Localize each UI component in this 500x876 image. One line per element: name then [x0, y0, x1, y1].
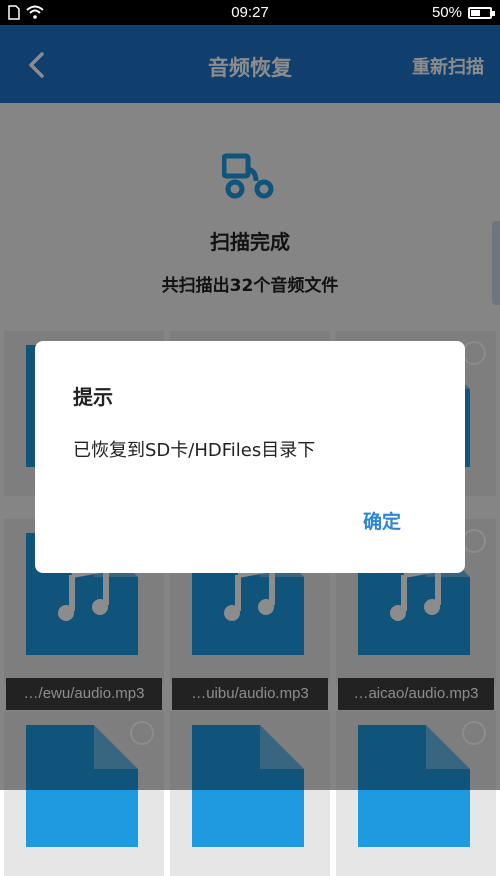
status-time: 09:27 — [231, 4, 269, 21]
battery-fill — [471, 9, 480, 16]
recovery-dialog: 提示 已恢复到SD卡/HDFiles目录下 确定 — [35, 341, 465, 573]
dialog-title: 提示 — [73, 385, 113, 409]
dialog-message: 已恢复到SD卡/HDFiles目录下 — [73, 440, 316, 461]
status-right: 50% — [431, 4, 495, 21]
battery-percent: 50% — [431, 4, 462, 21]
status-bar: 09:27 50% — [0, 0, 500, 25]
battery-icon — [468, 6, 495, 19]
confirm-button[interactable]: 确定 — [363, 507, 401, 534]
